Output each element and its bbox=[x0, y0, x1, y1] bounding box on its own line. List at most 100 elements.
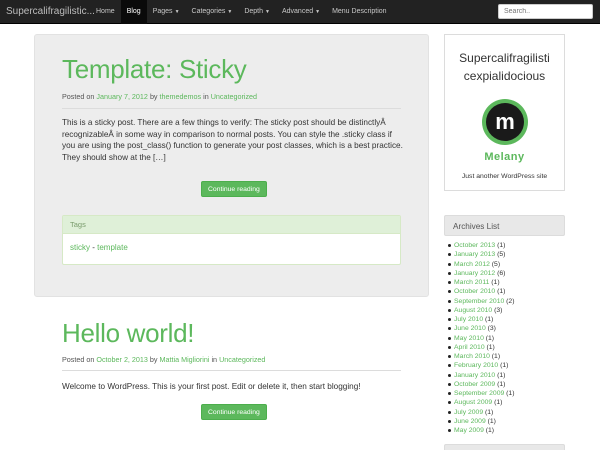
post-meta-sticky: Posted on January 7, 2012 by themedemos … bbox=[62, 92, 257, 101]
site-title[interactable]: Supercalifragilisti cexpialidocious bbox=[445, 49, 564, 85]
archive-count: (1) bbox=[485, 334, 495, 342]
post-divider bbox=[62, 108, 401, 109]
post-author-link[interactable]: Mattia Migliorini bbox=[160, 355, 210, 364]
nav-item-label: Menu Description bbox=[332, 8, 387, 15]
nav-item-label: Blog bbox=[126, 8, 141, 15]
archive-link[interactable]: May 2009 bbox=[454, 427, 484, 434]
meta-by: by bbox=[149, 92, 158, 101]
post-date-link[interactable]: January 7, 2012 bbox=[96, 92, 148, 101]
archive-count: (5) bbox=[491, 260, 501, 268]
archive-item: January 2010 (1) bbox=[446, 371, 566, 380]
nav-item-categories[interactable]: Categories ▼ bbox=[186, 0, 239, 24]
archive-link[interactable]: June 2009 bbox=[454, 418, 486, 425]
archive-link[interactable]: March 2010 bbox=[454, 353, 490, 360]
archive-link[interactable]: January 2012 bbox=[454, 270, 495, 277]
nav-item-pages[interactable]: Pages ▼ bbox=[147, 0, 186, 24]
archive-item: June 2010 (3) bbox=[446, 324, 566, 333]
archive-count: (1) bbox=[485, 408, 494, 416]
search-input[interactable] bbox=[498, 4, 593, 19]
logo-letter: m bbox=[495, 109, 515, 134]
nav-item-label: Pages bbox=[152, 8, 173, 15]
caret-down-icon: ▼ bbox=[265, 9, 270, 15]
post-category-link[interactable]: Uncategorized bbox=[211, 92, 257, 101]
caret-down-icon: ▼ bbox=[315, 9, 321, 15]
archive-link[interactable]: July 2009 bbox=[454, 409, 483, 416]
archive-item: October 2009 (1) bbox=[446, 380, 566, 389]
tags-heading: Tags bbox=[63, 216, 400, 234]
meta-posted-on: Posted on bbox=[62, 92, 95, 101]
archive-link[interactable]: March 2012 bbox=[454, 261, 490, 268]
archive-link[interactable]: May 2010 bbox=[454, 335, 484, 342]
archive-count: (1) bbox=[497, 242, 506, 249]
nav-item-label: Depth bbox=[244, 8, 264, 15]
archive-link[interactable]: January 2013 bbox=[454, 251, 495, 258]
tags-panel: Tags sticky - template bbox=[62, 215, 401, 265]
post-author-link[interactable]: themedemos bbox=[160, 92, 202, 101]
archive-count: (1) bbox=[485, 427, 495, 434]
archive-count: (1) bbox=[497, 371, 506, 379]
archive-link[interactable]: October 2009 bbox=[454, 381, 495, 388]
archive-item: July 2009 (1) bbox=[446, 408, 566, 417]
post-date-link[interactable]: October 2, 2013 bbox=[96, 355, 148, 364]
archive-item: May 2009 (1) bbox=[446, 426, 566, 435]
archive-link[interactable]: April 2010 bbox=[454, 344, 485, 351]
archive-count: (1) bbox=[500, 362, 509, 370]
archive-item: January 2013 (5) bbox=[446, 250, 566, 259]
archive-link[interactable]: September 2009 bbox=[454, 390, 504, 397]
archive-link[interactable]: January 2010 bbox=[454, 372, 495, 379]
archive-link[interactable]: August 2010 bbox=[454, 307, 492, 314]
archive-item: September 2010 (2) bbox=[446, 297, 566, 306]
melany-logo-icon[interactable]: m bbox=[481, 98, 529, 146]
post-excerpt-sticky: This is a sticky post. There are a few t… bbox=[62, 118, 403, 162]
nav-item-blog[interactable]: Blog bbox=[120, 0, 147, 24]
post-divider bbox=[62, 370, 401, 371]
archive-count: (1) bbox=[487, 417, 496, 425]
site-identity-widget: Supercalifragilisti cexpialidocious m Me… bbox=[444, 34, 565, 191]
archive-item: September 2009 (1) bbox=[446, 389, 566, 398]
meta-posted-on: Posted on bbox=[62, 355, 95, 364]
nav-item-label: Categories bbox=[191, 8, 226, 15]
archive-count: (2) bbox=[506, 297, 515, 305]
site-tagline: Just another WordPress site bbox=[461, 173, 548, 180]
meta-by: by bbox=[149, 355, 158, 364]
archive-item: October 2010 (1) bbox=[446, 287, 566, 296]
archive-item: May 2010 (1) bbox=[446, 334, 566, 343]
nav-item-advanced[interactable]: Advanced ▼ bbox=[276, 0, 326, 24]
archive-link[interactable]: August 2009 bbox=[454, 399, 492, 406]
archives-list: October 2013 (1) January 2013 (5) March 20… bbox=[446, 241, 566, 435]
archive-link[interactable]: October 2013 bbox=[454, 242, 495, 249]
top-navbar: Supercalifragilistic... Home Blog Pages ▼ Ca… bbox=[0, 0, 600, 24]
tag-link-sticky[interactable]: sticky bbox=[70, 243, 90, 252]
nav-menu: Home Blog Pages ▼ Categories ▼ Depth ▼ Advanced ▼… bbox=[90, 0, 393, 24]
archive-link[interactable]: February 2010 bbox=[454, 362, 498, 369]
archive-item: June 2009 (1) bbox=[446, 417, 566, 426]
nav-item-menu-description[interactable]: Menu Description bbox=[326, 0, 392, 24]
archive-link[interactable]: July 2010 bbox=[454, 316, 483, 323]
nav-item-home[interactable]: Home bbox=[90, 0, 121, 24]
tags-list: sticky - template bbox=[63, 234, 400, 261]
post-title-sticky[interactable]: Template: Sticky bbox=[62, 54, 247, 85]
archive-item: July 2010 (1) bbox=[446, 315, 566, 324]
continue-reading-button[interactable]: Continue reading bbox=[201, 404, 267, 420]
post-title-hello-world[interactable]: Hello world! bbox=[62, 318, 195, 349]
tag-link-template[interactable]: template bbox=[97, 243, 128, 252]
archive-link[interactable]: September 2010 bbox=[454, 298, 504, 305]
archive-item: March 2010 (1) bbox=[446, 352, 566, 361]
archive-link[interactable]: June 2010 bbox=[454, 325, 486, 332]
archive-link[interactable]: March 2011 bbox=[454, 279, 489, 286]
archive-item: August 2010 (3) bbox=[446, 306, 566, 315]
archive-link[interactable]: October 2010 bbox=[454, 288, 495, 295]
archive-count: (1) bbox=[506, 390, 515, 397]
nav-item-depth[interactable]: Depth ▼ bbox=[238, 0, 276, 24]
site-brand-link[interactable]: Supercalifragilistic... bbox=[6, 0, 95, 24]
archive-item: March 2012 (5) bbox=[446, 260, 566, 269]
caret-down-icon: ▼ bbox=[227, 9, 233, 15]
archive-item: August 2009 (1) bbox=[446, 398, 566, 407]
post-category-link[interactable]: Uncategorized bbox=[219, 355, 265, 364]
meta-in: in bbox=[211, 355, 218, 364]
meta-in: in bbox=[203, 92, 209, 101]
archive-item: October 2013 (1) bbox=[446, 241, 566, 250]
archive-count: (1) bbox=[485, 316, 494, 323]
continue-reading-button[interactable]: Continue reading bbox=[201, 181, 267, 197]
archive-count: (1) bbox=[491, 279, 500, 286]
